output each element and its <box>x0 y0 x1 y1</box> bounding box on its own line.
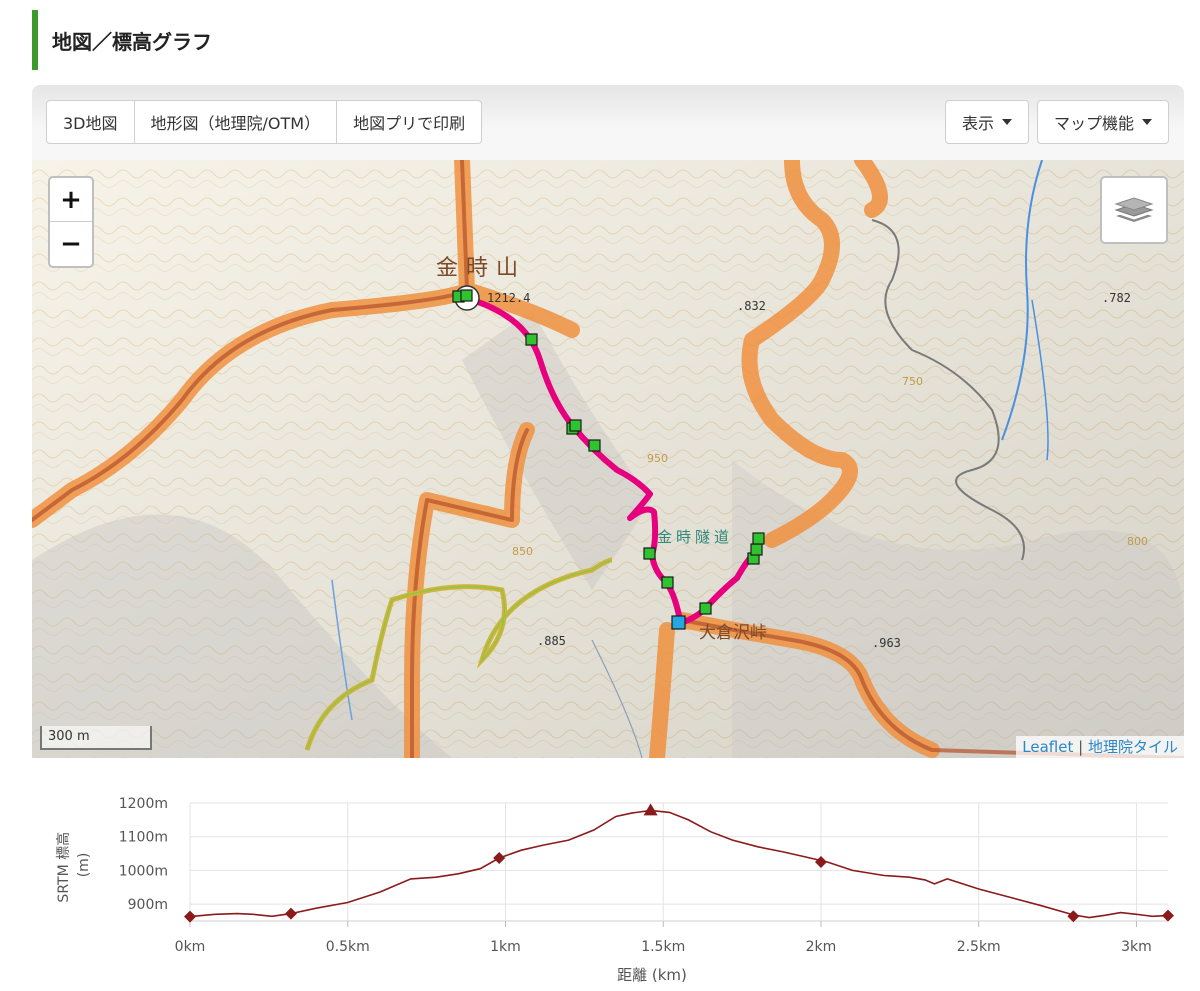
waypoint-marker[interactable] <box>643 547 656 560</box>
waypoint-diamond-marker[interactable] <box>1067 910 1080 923</box>
summit-triangle-marker[interactable] <box>643 803 658 816</box>
map-label-mountain: 金時山 <box>436 256 526 281</box>
x-tick-label: 0km <box>175 939 206 955</box>
map-label-spot-885: .885 <box>537 634 566 648</box>
map-label-spot-963: .963 <box>872 636 901 650</box>
start-marker[interactable] <box>671 615 686 630</box>
display-dropdown-label: 表示 <box>961 114 994 133</box>
attribution-separator: | <box>1078 738 1084 756</box>
map-toolbar: 3D地図 地形図（地理院/OTM） 地図プリで印刷 表示 マップ機能 <box>32 85 1184 160</box>
waypoint-marker[interactable] <box>699 602 712 615</box>
map-label-pass: 大倉沢峠 <box>699 623 767 643</box>
zoom-in-button[interactable]: + <box>50 178 92 222</box>
gsi-tiles-link[interactable]: 地理院タイル <box>1088 738 1178 756</box>
y-tick-label: 900m <box>128 897 168 913</box>
display-dropdown[interactable]: 表示 <box>944 100 1029 144</box>
section-title-text: 地図／標高グラフ <box>52 29 212 54</box>
elevation-series-line[interactable] <box>189 809 1169 919</box>
waypoint-diamond-marker[interactable] <box>284 907 297 920</box>
x-tick-label: 1km <box>490 939 521 955</box>
map-label-contour-950: 950 <box>647 452 668 465</box>
map-label-contour-750: 750 <box>902 375 923 388</box>
topographic-map: 金時山 1212.4 .832 .782 .885 .963 950 850 7… <box>32 160 1184 758</box>
print-map-button[interactable]: 地図プリで印刷 <box>337 100 483 144</box>
x-tick-label: 2.5km <box>957 939 1001 955</box>
waypoint-marker[interactable] <box>460 289 473 302</box>
zoom-control: + − <box>48 176 94 268</box>
map-label-spot-782: .782 <box>1102 291 1131 305</box>
map-label-contour-850: 850 <box>512 545 533 558</box>
x-tick-label: 1.5km <box>641 939 685 955</box>
waypoint-marker[interactable] <box>525 333 538 346</box>
map-label-summit-elevation: 1212.4 <box>487 291 530 305</box>
map-label-tunnel: 金時隧道 <box>657 528 733 546</box>
map-functions-dropdown[interactable]: マップ機能 <box>1036 100 1169 144</box>
caret-down-icon <box>1001 119 1012 125</box>
x-tick-label: 3km <box>1121 939 1152 955</box>
map-label-contour-800: 800 <box>1127 535 1148 548</box>
map-functions-dropdown-label: マップ機能 <box>1053 114 1134 133</box>
x-tick-label: 0.5km <box>326 939 370 955</box>
waypoint-marker[interactable] <box>588 439 601 452</box>
map-mode-button-group: 3D地図 地形図（地理院/OTM） 地図プリで印刷 <box>46 100 483 144</box>
y-tick-labels: 900m 1000m 1100m 1200m <box>119 796 168 913</box>
topo-map-button[interactable]: 地形図（地理院/OTM） <box>134 100 338 144</box>
caret-down-icon <box>1142 119 1152 125</box>
x-tick-labels: 0km 0.5km 1km 1.5km 2km 2.5km 3km <box>175 939 1152 955</box>
map-attribution: Leaflet | 地理院タイル <box>1016 736 1184 758</box>
leaflet-link[interactable]: Leaflet <box>1022 738 1073 756</box>
waypoint-diamond-marker[interactable] <box>493 851 506 864</box>
y-tick-label: 1200m <box>119 796 168 812</box>
x-axis-label: 距離 (km) <box>617 966 687 984</box>
map-view[interactable]: 金時山 1212.4 .832 .782 .885 .963 950 850 7… <box>32 160 1184 758</box>
layers-icon <box>1114 197 1154 222</box>
waypoint-marker[interactable] <box>569 419 582 432</box>
y-tick-label: 1000m <box>119 863 168 879</box>
y-tick-label: 1100m <box>119 830 168 846</box>
waypoint-marker[interactable] <box>661 576 674 589</box>
waypoint-diamond-marker[interactable] <box>814 856 827 868</box>
waypoint-diamond-marker[interactable] <box>1162 909 1174 922</box>
waypoint-marker[interactable] <box>750 543 763 556</box>
x-tick-label: 2km <box>806 939 837 955</box>
x-gridlines <box>189 803 1137 927</box>
map-menu-buttons: 表示 マップ機能 <box>944 100 1169 144</box>
y-axis-label: SRTM 標高 (m) <box>55 827 92 902</box>
3d-map-button[interactable]: 3D地図 <box>46 100 135 144</box>
map-label-spot-832: .832 <box>737 299 766 313</box>
y-gridlines <box>190 802 1168 922</box>
waypoint-marker[interactable] <box>752 532 765 545</box>
map-scale-bar: 300 m <box>40 726 152 750</box>
elevation-chart: 900m 1000m 1100m 1200m 0km 0.5km 1km 1.5km 2km 2… <box>55 796 1174 984</box>
layers-button[interactable] <box>1100 176 1168 244</box>
section-title: 地図／標高グラフ <box>32 10 212 70</box>
zoom-out-button[interactable]: − <box>50 222 92 266</box>
